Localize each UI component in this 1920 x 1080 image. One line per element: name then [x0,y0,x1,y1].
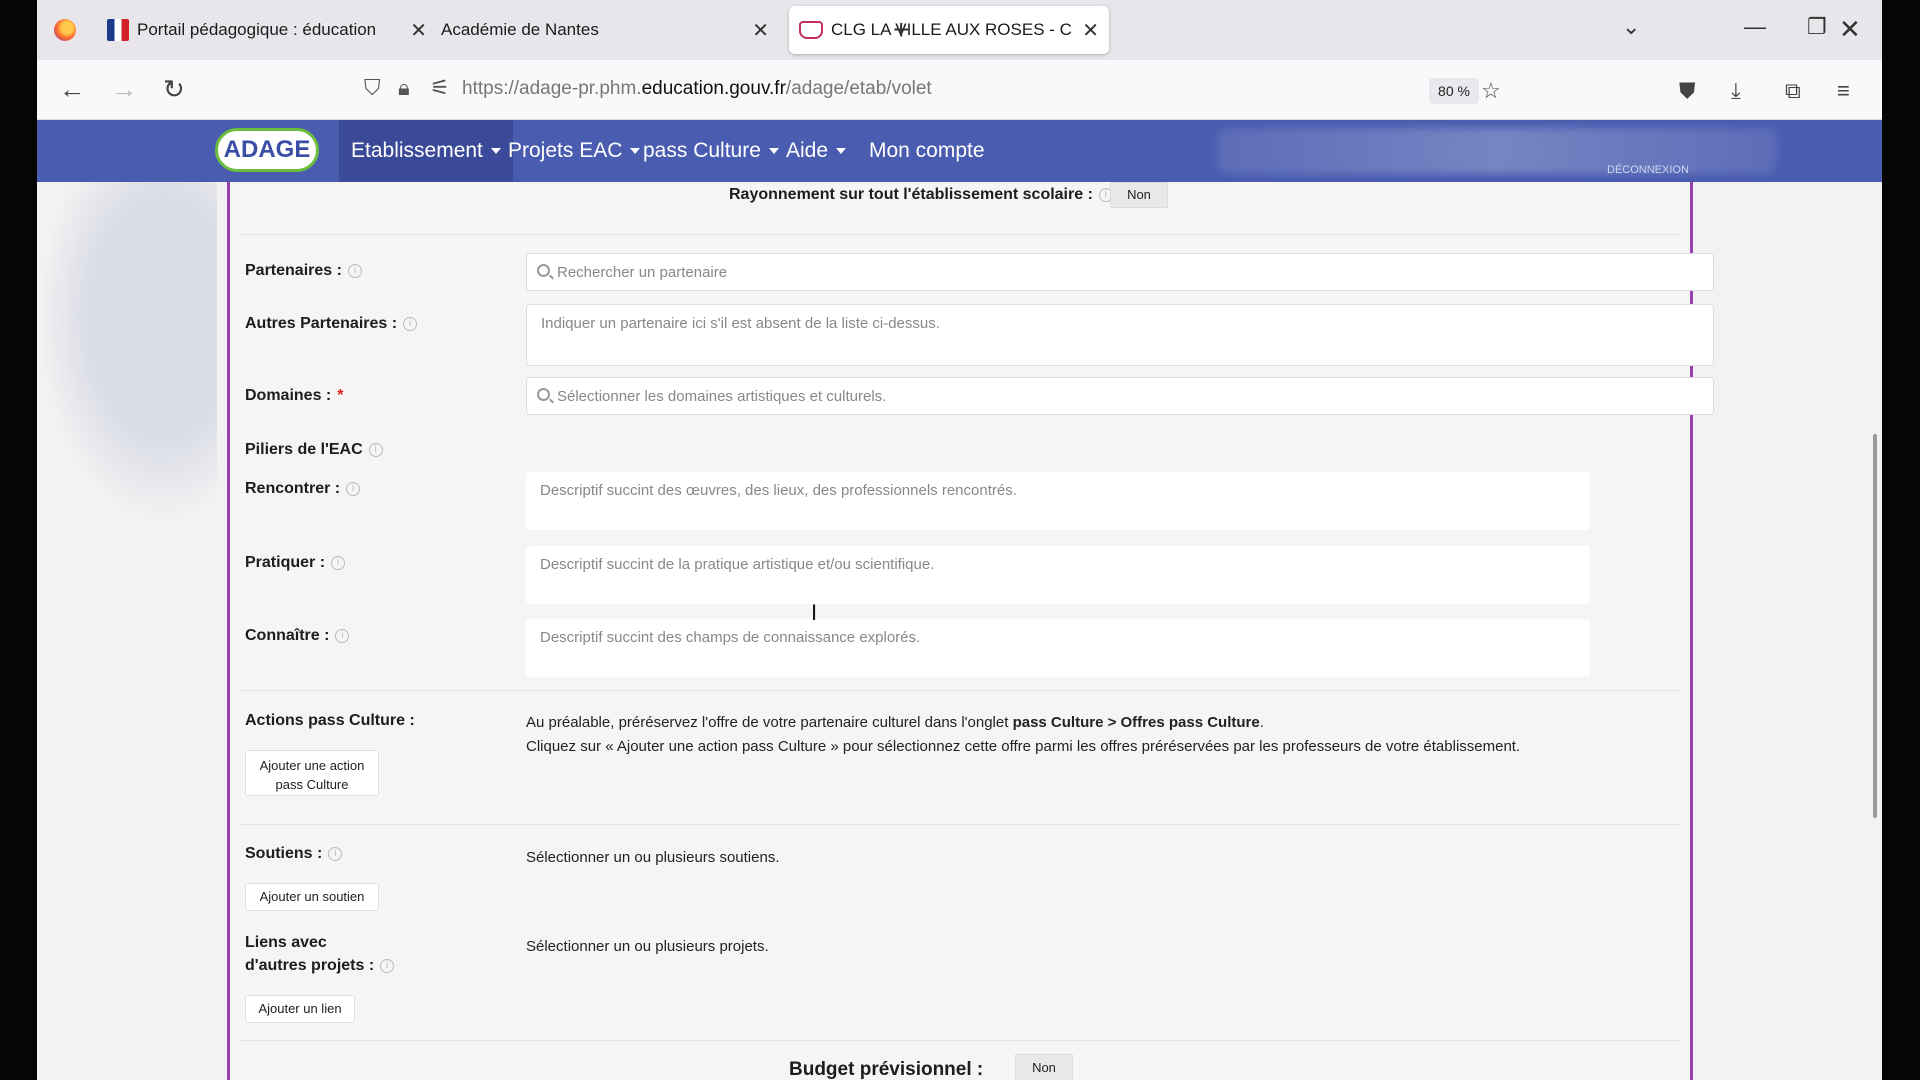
rayonnement-label: Rayonnement sur tout l'établissement sco… [729,186,1113,204]
menu-aide[interactable]: Aide [774,120,858,182]
liens-label: Liens avec [245,934,327,951]
add-lien-button[interactable]: Ajouter un lien [245,995,355,1023]
pocket-icon[interactable]: ⛊ [1679,78,1696,104]
rencontrer-label: Rencontrer :i [245,480,361,498]
menu-projets-eac[interactable]: Projets EAC [496,120,652,182]
soutiens-text: Sélectionner un ou plusieurs soutiens. [526,849,780,866]
permissions-icon[interactable]: ⚟ [430,75,450,101]
window-close-icon[interactable]: ✕ [1839,14,1861,45]
search-icon [537,388,550,401]
lock-icon[interactable]: 🔒︎ [398,75,410,101]
url-text[interactable]: https://adage-pr.phm.education.gouv.fr/a… [462,78,932,100]
partenaires-label: Partenaires :i [245,262,362,280]
menu-mon-compte[interactable]: Mon compte [857,120,997,182]
tab-bar: Portail pédagogique : éducation ✕ Académ… [37,0,1882,60]
soutiens-label: Soutiens :i [245,845,343,863]
liens-text: Sélectionner un ou plusieurs projets. [526,938,769,955]
book-icon [799,21,823,39]
info-icon[interactable]: i [346,481,361,496]
menu-etablissement[interactable]: Etablissement [339,120,513,182]
flag-icon [107,19,129,41]
tab-clg[interactable]: CLG LA VILLE AUX ROSES - CHA ✕ [789,6,1109,54]
domaines-label: Domaines : * [245,387,344,404]
download-icon[interactable]: ⤓ [1731,78,1741,104]
reload-icon[interactable]: ↻ [163,74,185,105]
rencontrer-textarea[interactable]: Descriptif succint des œuvres, des lieux… [526,472,1590,530]
menu-icon[interactable]: ≡ [1837,78,1850,104]
budget-toggle[interactable]: Non [1015,1054,1073,1080]
rayonnement-toggle[interactable]: Non [1110,182,1168,208]
connaitre-label: Connaître :i [245,627,350,645]
pratiquer-label: Pratiquer :i [245,554,346,572]
info-icon[interactable]: i [403,316,418,331]
tab-portail[interactable]: Portail pédagogique : éducation ✕ [107,6,437,54]
url-bar[interactable]: ⛉ 🔒︎ ⚟ https://adage-pr.phm.education.go… [352,67,1552,113]
add-soutien-button[interactable]: Ajouter un soutien [245,883,379,911]
piliers-label: Piliers de l'EAC i [245,441,383,459]
navigation-bar: ← → ↻ ⛉ 🔒︎ ⚟ https://adage-pr.phm.educat… [37,60,1882,120]
text-cursor-icon: I [811,600,818,625]
autres-partenaires-label: Autres Partenaires :i [245,315,418,333]
info-icon[interactable]: i [328,846,343,861]
budget-label: Budget prévisionnel : [789,1059,984,1080]
connaitre-textarea[interactable]: Descriptif succint des champs de connais… [526,619,1590,677]
restore-icon[interactable]: ❐ [1807,14,1827,40]
adage-logo[interactable]: ADAGE [215,128,319,172]
firefox-icon[interactable] [54,19,76,41]
liens-label-line2: d'autres projets :i [245,957,395,975]
close-icon[interactable]: ✕ [410,18,427,43]
actions-info-text-2: Cliquez sur « Ajouter une action pass Cu… [526,738,1521,755]
app-header: ADAGE Etablissement Projets EAC pass Cul… [37,120,1882,182]
extensions-icon[interactable]: ⧉ [1785,78,1801,104]
divider [240,234,1680,235]
shield-icon[interactable]: ⛉ [364,75,381,101]
right-black-border [1882,0,1920,1080]
pratiquer-textarea[interactable]: Descriptif succint de la pratique artist… [526,546,1590,604]
scrollbar-thumb[interactable] [1873,434,1877,818]
info-icon[interactable]: i [331,555,346,570]
left-black-border [0,0,37,1080]
tab-academie[interactable]: Académie de Nantes ✕ [439,6,779,54]
divider [240,690,1680,691]
info-icon[interactable]: i [347,263,362,278]
close-icon[interactable]: ✕ [1082,18,1099,43]
new-tab-icon[interactable]: + [893,14,909,46]
form-panel: Rayonnement sur tout l'établissement sco… [227,182,1714,1080]
caret-down-icon [836,148,847,155]
add-pass-culture-action-button[interactable]: Ajouter une action pass Culture [245,750,379,796]
blurred-user-info [1217,128,1777,174]
bookmark-star-icon[interactable]: ☆ [1481,78,1501,104]
divider [240,1040,1680,1041]
info-icon[interactable]: i [335,628,350,643]
domaines-search-input[interactable]: Sélectionner les domaines artistiques et… [526,377,1714,415]
info-icon[interactable]: i [380,958,395,973]
close-icon[interactable]: ✕ [752,18,769,43]
minimize-icon[interactable]: — [1744,14,1766,40]
zoom-level[interactable]: 80 % [1429,78,1479,104]
actions-info-text-1: Au préalable, préréservez l'offre de vot… [526,714,1264,731]
list-tabs-icon[interactable]: ⌄ [1622,14,1640,40]
divider [240,824,1680,825]
info-icon[interactable]: i [368,442,383,457]
required-asterisk: * [337,387,344,404]
partenaires-search-input[interactable]: Rechercher un partenaire [526,253,1714,291]
browser-window: Portail pédagogique : éducation ✕ Académ… [37,0,1882,1080]
search-icon [537,264,550,277]
menu-pass-culture[interactable]: pass Culture [631,120,791,182]
back-icon[interactable]: ← [59,74,85,105]
forward-icon[interactable]: → [111,74,137,105]
actions-pass-culture-label: Actions pass Culture : [245,712,415,729]
autres-partenaires-textarea[interactable]: Indiquer un partenaire ici s'il est abse… [526,304,1714,366]
logout-link[interactable]: DÉCONNEXION [1607,164,1689,176]
background-decoration [37,182,217,522]
